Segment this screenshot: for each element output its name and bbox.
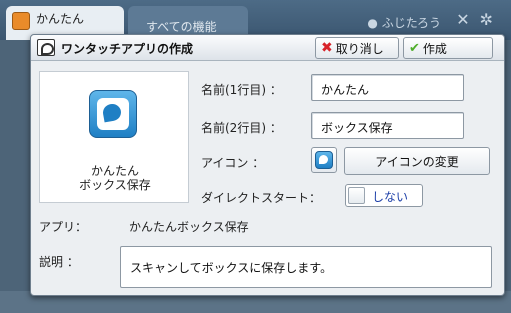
app-icon-mini (315, 151, 333, 169)
app-icon (37, 39, 55, 56)
cancel-button-label: 取り消し (335, 41, 384, 56)
create-one-touch-app-dialog: ワンタッチアプリの作成 ✖ 取り消し ✔ 作成 かんたん ボックス保存 名前(1… (30, 34, 505, 296)
app-label: アプリ： (39, 220, 88, 234)
tools-icon[interactable]: ✕ (456, 10, 479, 29)
cancel-button[interactable]: ✖ 取り消し (315, 37, 399, 59)
app-value: かんたんボックス保存 (129, 220, 249, 234)
folder-icon (12, 12, 30, 30)
name2-field[interactable]: ボックス保存 (311, 112, 464, 139)
dialog-title: ワンタッチアプリの作成 (61, 42, 194, 56)
gear-icon[interactable]: ✲ (480, 10, 503, 29)
app-preview-icon (89, 90, 137, 138)
name1-label: 名前(1行目) ： (201, 83, 282, 97)
check-icon: ✔ (409, 40, 420, 56)
app-preview: かんたん ボックス保存 (39, 71, 189, 203)
dialog-header: ワンタッチアプリの作成 ✖ 取り消し ✔ 作成 (31, 35, 504, 61)
user-indicator[interactable]: ● ふじたろう (367, 14, 441, 31)
change-icon-button-label: アイコンの変更 (375, 154, 459, 169)
icon-label: アイコン ： (201, 156, 265, 170)
description-field[interactable]: スキャンしてボックスに保存します。 (120, 246, 492, 288)
tab-easy-label: かんたん (36, 12, 85, 26)
tab-all-functions-label: すべての機能 (146, 20, 217, 34)
user-icon: ● (367, 16, 378, 30)
checkbox-icon (348, 187, 365, 204)
description-label: 説明 ： (39, 255, 79, 269)
create-button[interactable]: ✔ 作成 (403, 37, 493, 59)
change-icon-button[interactable]: アイコンの変更 (344, 147, 490, 175)
toolbar-icons: ✕✲ (456, 10, 503, 29)
direct-start-label: ダイレクトスタート： (201, 191, 322, 205)
preview-name-line2: ボックス保存 (79, 178, 151, 192)
direct-start-toggle[interactable]: しない (345, 184, 423, 207)
user-name: ふじたろう (381, 16, 441, 30)
name1-field[interactable]: かんたん (311, 74, 464, 101)
icon-preview-button[interactable] (311, 147, 337, 173)
direct-start-value: しない (372, 190, 409, 204)
cancel-icon: ✖ (321, 40, 333, 56)
name2-label: 名前(2行目) ： (201, 121, 282, 135)
create-button-label: 作成 (422, 41, 447, 56)
